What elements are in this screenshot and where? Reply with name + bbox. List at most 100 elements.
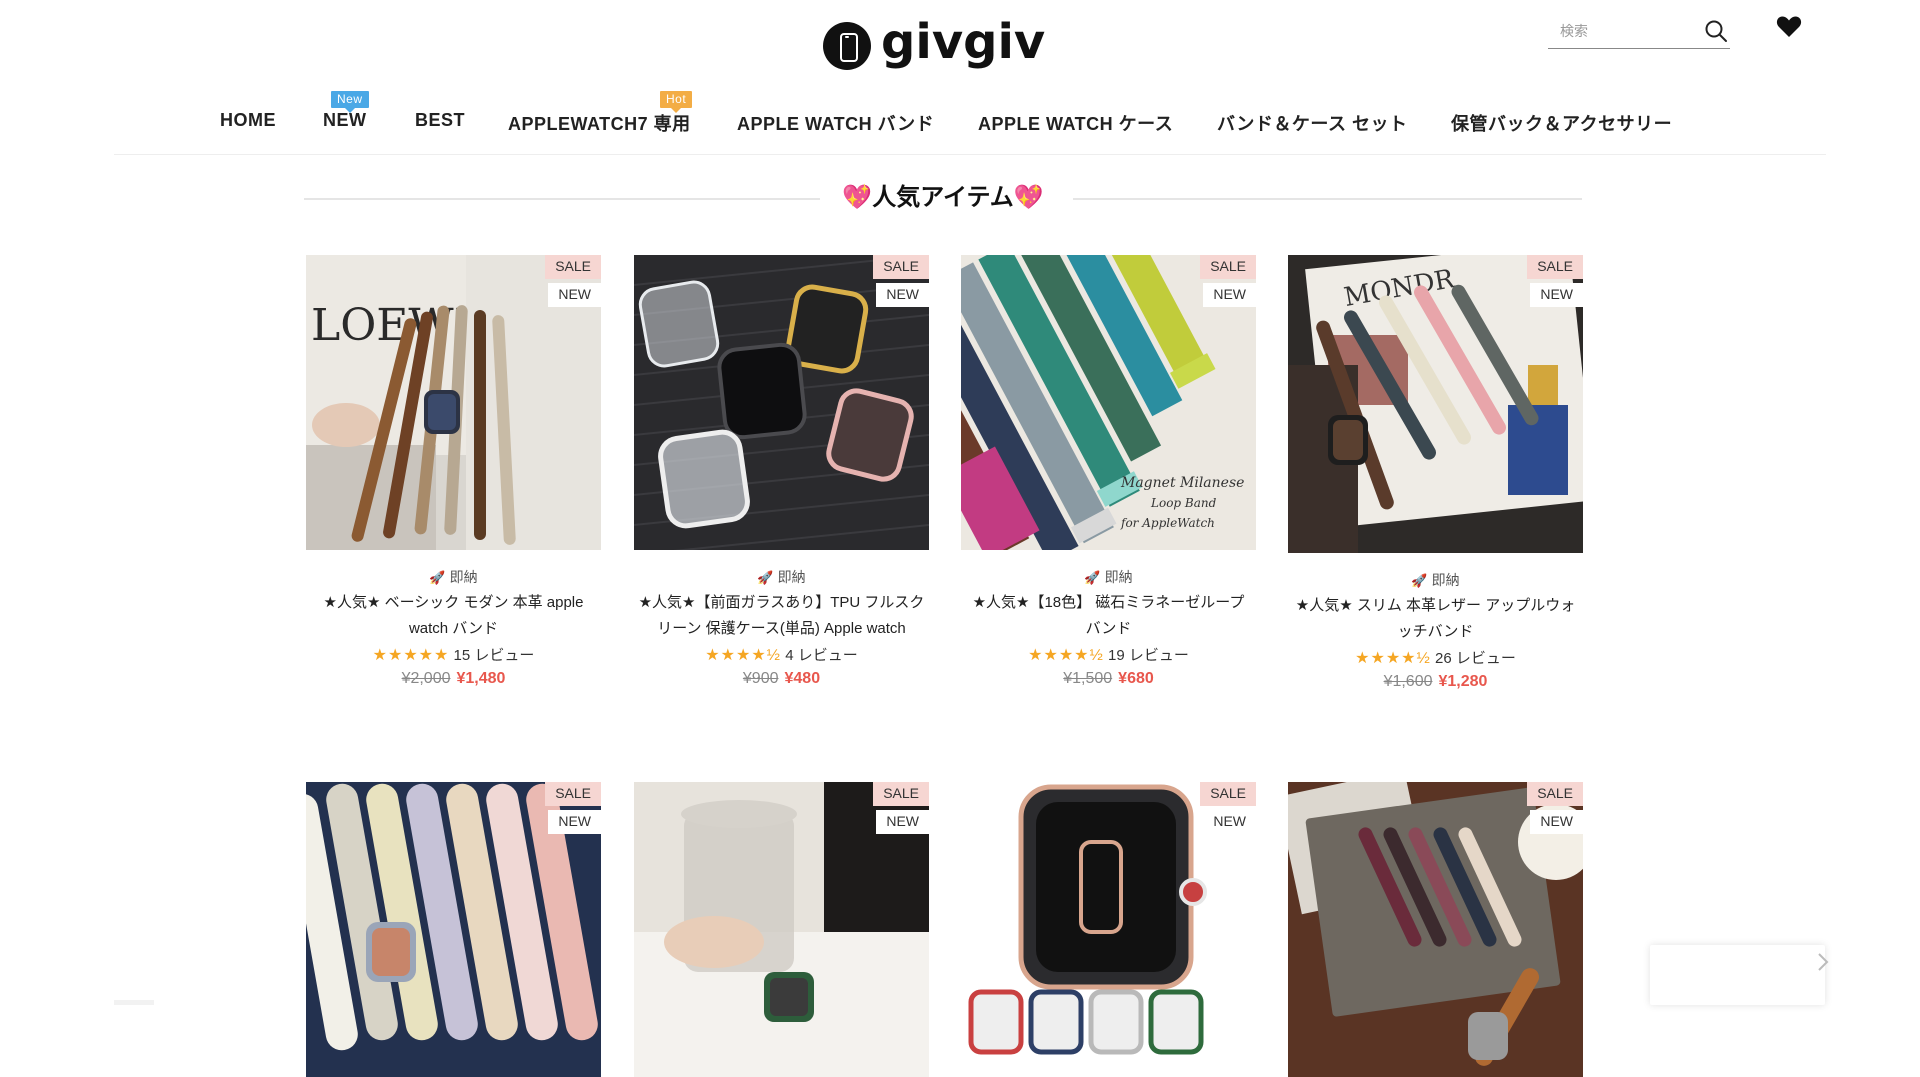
product-price: ¥1,500 ¥680 (961, 668, 1256, 690)
product-rating: ★★★★★ 15 レビュー (306, 644, 601, 668)
nav-item-label: HOME (220, 110, 276, 130)
delivery-status: 🚀 即納 (961, 566, 1256, 588)
product-name[interactable]: ★人気★【前面ガラスあり】TPU フルスクリーン 保護ケース(単品) Apple… (634, 588, 929, 644)
search-icon[interactable] (1704, 19, 1728, 43)
rocket-icon: 🚀 (429, 570, 446, 585)
nav-item-best[interactable]: BEST (415, 110, 465, 131)
nav-item-home[interactable]: HOME (220, 110, 276, 131)
nav-item-label: NEW (323, 110, 367, 130)
heart-icon[interactable] (1776, 15, 1802, 39)
original-price: ¥1,600 (1383, 673, 1433, 690)
image-caption: Loop Band (1150, 496, 1217, 510)
new-badge: NEW (1203, 810, 1256, 834)
nav-item-label: バンド＆ケース セット (1217, 114, 1408, 134)
new-badge: NEW (1530, 810, 1583, 834)
delivery-status: 🚀 即納 (634, 566, 929, 588)
product-image[interactable]: SALE NEW (634, 255, 929, 550)
nav-item-bands[interactable]: APPLE WATCH バンド (737, 110, 934, 136)
nav-item-band-case-set[interactable]: バンド＆ケース セット (1217, 110, 1408, 136)
chat-widget[interactable] (1650, 945, 1825, 1005)
product-info: 🚀 即納 ★人気★ ベーシック モダン 本革 apple watch バンド ★★… (306, 550, 601, 690)
nav-item-cases[interactable]: APPLE WATCH ケース (978, 110, 1173, 136)
product-image[interactable]: LOEWE SALE NEW (306, 255, 601, 550)
delivery-status: 🚀 即納 (1288, 569, 1583, 591)
sale-price: ¥480 (784, 670, 821, 687)
product-card[interactable]: SALE NEW (306, 782, 601, 1077)
product-info: 🚀 即納 ★人気★【18色】 磁石ミラネーゼループバンド ★★★★½ 19 レビュ… (961, 550, 1256, 690)
delivery-label: 即納 (1104, 569, 1133, 585)
nav-item-new[interactable]: New NEW (323, 91, 369, 131)
sale-badge: SALE (1200, 255, 1256, 279)
brand-logo[interactable]: givgiv (823, 18, 1045, 74)
site-header: givgiv HOME New NEW BEST Hot APPLEWATCH7… (0, 0, 1920, 155)
product-card[interactable]: SALE NEW (1288, 782, 1583, 1077)
nav-item-applewatch7[interactable]: Hot APPLEWATCH7 専用 (508, 91, 693, 136)
sale-price: ¥1,480 (456, 670, 506, 687)
new-badge: NEW (876, 283, 929, 307)
phone-logo-icon (823, 22, 871, 70)
product-card[interactable]: SALE NEW (634, 782, 929, 1077)
nav-item-label: APPLE WATCH ケース (978, 114, 1174, 134)
review-count[interactable]: 26 レビュー (1435, 650, 1516, 667)
sale-badge: SALE (545, 255, 601, 279)
sale-badge: SALE (873, 782, 929, 806)
product-card[interactable]: MONDR SALE NEW 🚀 即納 ★人気★ スリム 本革レザー アップルウォ… (1288, 255, 1583, 693)
delivery-label: 即納 (449, 569, 478, 585)
rocket-icon: 🚀 (1411, 573, 1428, 588)
product-image[interactable]: SALE NEW (634, 782, 929, 1077)
original-price: ¥900 (742, 670, 779, 687)
sale-badge: SALE (1527, 782, 1583, 806)
original-price: ¥1,500 (1063, 670, 1113, 687)
hot-badge: Hot (660, 91, 693, 113)
sale-price: ¥1,280 (1438, 673, 1488, 690)
product-name[interactable]: ★人気★ ベーシック モダン 本革 apple watch バンド (306, 588, 601, 644)
product-card[interactable]: SALE NEW 🚀 即納 ★人気★【前面ガラスあり】TPU フルスクリーン 保護… (634, 255, 929, 690)
delivery-status: 🚀 即納 (306, 566, 601, 588)
product-card[interactable]: Magnet Milanese Loop Band for AppleWatch… (961, 255, 1256, 690)
image-caption: Magnet Milanese (1120, 475, 1244, 491)
sale-badge: SALE (1200, 782, 1256, 806)
star-rating-icon: ★★★★½ (1355, 650, 1431, 667)
nav-item-label: APPLE WATCH バンド (737, 114, 935, 134)
sale-price: ¥680 (1118, 670, 1154, 687)
star-rating-icon: ★★★★½ (705, 647, 782, 664)
main-nav: HOME New NEW BEST Hot APPLEWATCH7 専用 APP… (0, 91, 1920, 144)
sale-badge: SALE (1527, 255, 1583, 279)
new-badge: NEW (876, 810, 929, 834)
product-card[interactable]: SALE NEW (961, 782, 1256, 1077)
product-image[interactable]: SALE NEW (1288, 782, 1583, 1077)
nav-item-label: BEST (415, 110, 466, 130)
chevron-right-icon[interactable] (1815, 950, 1831, 974)
review-count[interactable]: 4 レビュー (785, 647, 858, 664)
product-name[interactable]: ★人気★【18色】 磁石ミラネーゼループバンド (961, 588, 1256, 644)
page-edge-shadow (114, 1000, 154, 1005)
review-count[interactable]: 19 レビュー (1108, 647, 1189, 664)
product-card[interactable]: LOEWE SALE NEW 🚀 即納 ★人気★ ベーシック モダン 本革 app… (306, 255, 601, 690)
product-price: ¥1,600 ¥1,280 (1288, 671, 1583, 693)
product-name[interactable]: ★人気★ スリム 本革レザー アップルウォッチバンド (1288, 591, 1583, 647)
product-rating: ★★★★½ 19 レビュー (961, 644, 1256, 668)
product-image[interactable]: Magnet Milanese Loop Band for AppleWatch… (961, 255, 1256, 550)
new-badge: New (331, 91, 369, 113)
product-image[interactable]: SALE NEW (306, 782, 601, 1077)
new-badge: NEW (1530, 283, 1583, 307)
search-box (1548, 13, 1730, 49)
original-price: ¥2,000 (401, 670, 451, 687)
product-info: 🚀 即納 ★人気★【前面ガラスあり】TPU フルスクリーン 保護ケース(単品) A… (634, 550, 929, 690)
review-count[interactable]: 15 レビュー (454, 647, 535, 664)
rocket-icon: 🚀 (1084, 570, 1101, 585)
new-badge: NEW (548, 810, 601, 834)
product-rating: ★★★★½ 4 レビュー (634, 644, 929, 668)
image-caption: for AppleWatch (1120, 516, 1215, 530)
star-rating-icon: ★★★★★ (372, 647, 450, 664)
product-rating: ★★★★½ 26 レビュー (1288, 647, 1583, 671)
rocket-icon: 🚀 (757, 570, 774, 585)
nav-item-accessories[interactable]: 保管バック＆アクセサリー (1451, 110, 1672, 136)
product-image[interactable]: MONDR SALE NEW (1288, 255, 1583, 553)
nav-item-label: 保管バック＆アクセサリー (1451, 114, 1673, 134)
search-input[interactable] (1548, 21, 1698, 40)
nav-item-label: APPLEWATCH7 専用 (508, 114, 691, 134)
product-image[interactable]: SALE NEW (961, 782, 1256, 1077)
star-rating-icon: ★★★★½ (1028, 647, 1104, 664)
section-title: 💖人気アイテム💖 (842, 184, 1044, 211)
